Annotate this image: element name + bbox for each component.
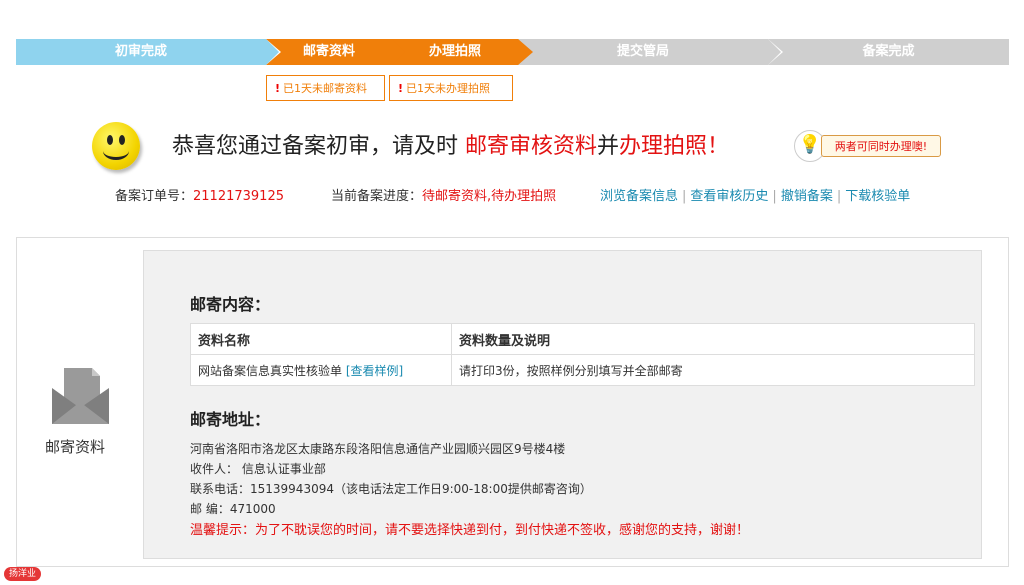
recipient-line: 收件人： 信息认证事业部 <box>190 462 326 476</box>
warning-icon: ! <box>398 82 404 95</box>
action-links: 浏览备案信息 | 查看审核历史 | 撤销备案 | 下载核验单 <box>600 189 911 204</box>
step-mail-materials: 邮寄资料 <box>266 39 407 65</box>
table-row: 网站备案信息真实性核验单 [查看样例] 请打印3份，按照样例分别填写并全部邮寄 <box>190 354 975 386</box>
link-review-history[interactable]: 查看审核历史 <box>690 189 768 204</box>
photo-overdue-note: ! 已1天未办理拍照 <box>389 75 513 101</box>
tip-bubble: 两者可同时办理噢! <box>821 135 941 157</box>
step-label: 办理拍照 <box>428 44 481 59</box>
step-label: 提交管局 <box>616 44 669 59</box>
table-header-row: 资料名称 资料数量及说明 <box>190 323 975 355</box>
warning-icon: ! <box>275 82 281 95</box>
link-download-form[interactable]: 下载核验单 <box>845 189 910 204</box>
envelope-icon <box>52 368 109 424</box>
address-line: 河南省洛阳市洛龙区太康路东段洛阳信息通信产业园顺兴园区9号楼4楼 <box>190 442 566 456</box>
step-submit-bureau: 提交管局 <box>518 39 783 65</box>
warm-tip: 温馨提示：为了不耽误您的时间，请不要选择快递到付，到付快递不签收，感谢您的支持，… <box>190 523 750 538</box>
step-label: 备案完成 <box>862 44 915 59</box>
table-cell-desc: 请打印3份，按照样例分别填写并全部邮寄 <box>451 354 975 386</box>
step-label: 初审完成 <box>114 44 167 59</box>
congrats-headline: 恭喜您通过备案初审，请及时 邮寄审核资料并办理拍照！ <box>172 134 730 159</box>
order-number: 备案订单号：21121739125 <box>115 189 284 204</box>
zip-line: 邮 编：471000 <box>190 502 276 516</box>
link-browse-filing[interactable]: 浏览备案信息 <box>600 189 678 204</box>
link-cancel-filing[interactable]: 撤销备案 <box>781 189 833 204</box>
corner-badge: 扬洋业 <box>4 567 42 581</box>
table-header-name: 资料名称 <box>190 323 452 355</box>
mail-address-title: 邮寄地址： <box>190 410 271 429</box>
smiley-icon <box>92 122 140 170</box>
materials-table: 资料名称 资料数量及说明 网站备案信息真实性核验单 [查看样例] 请打印3份，按… <box>190 323 975 386</box>
mail-content-title: 邮寄内容： <box>190 295 271 314</box>
progress-steps: 初审完成 邮寄资料 办理拍照 提交管局 备案完成 <box>16 39 1009 65</box>
view-sample-link[interactable]: [查看样例] <box>346 364 403 378</box>
current-progress: 当前备案进度：待邮寄资料,待办理拍照 <box>331 189 557 204</box>
step-label: 邮寄资料 <box>302 44 355 59</box>
step-filing-complete: 备案完成 <box>768 39 1009 65</box>
table-cell-name: 网站备案信息真实性核验单 [查看样例] <box>190 354 452 386</box>
table-header-desc: 资料数量及说明 <box>451 323 975 355</box>
step-initial-review-complete: 初审完成 <box>16 39 281 65</box>
step-photo: 办理拍照 <box>392 39 533 65</box>
phone-line: 联系电话：15139943094（该电话法定工作日9:00-18:00提供邮寄咨… <box>190 482 592 496</box>
mail-materials-label: 邮寄资料 <box>45 438 106 456</box>
mail-overdue-note: ! 已1天未邮寄资料 <box>266 75 385 101</box>
